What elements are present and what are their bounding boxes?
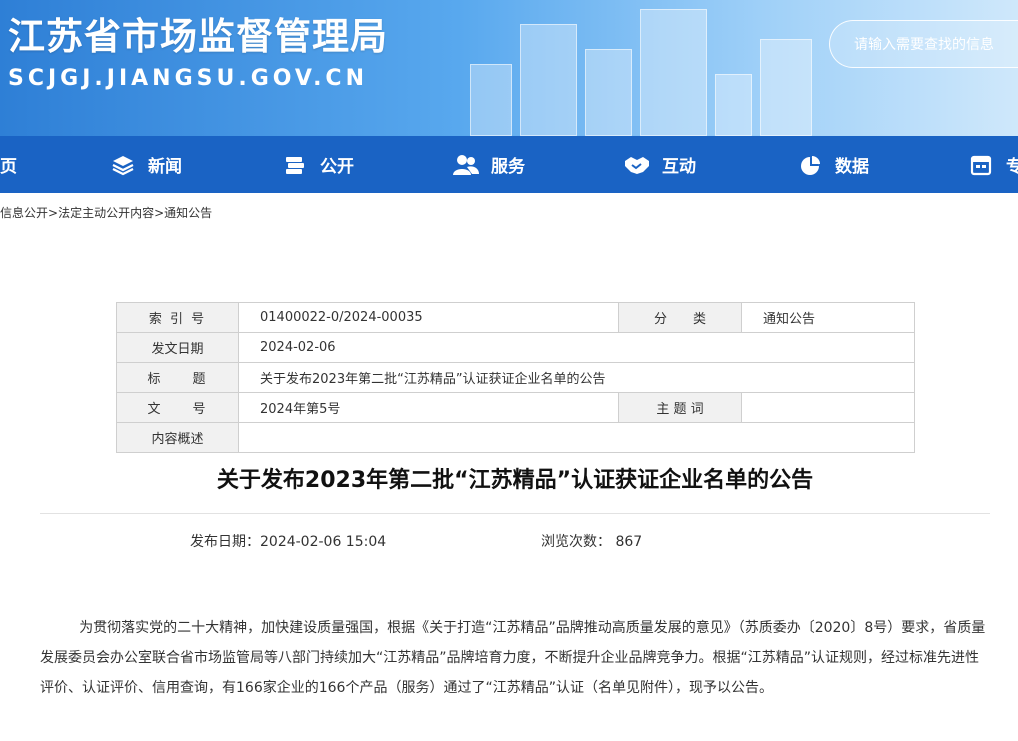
- document-meta-table: 索 引 号 01400022-0/2024-00035 分 类 通知公告 发文日…: [116, 302, 915, 453]
- publish-date-label: 发布日期：: [190, 534, 260, 550]
- keywords-label: 主 题 词: [618, 392, 742, 423]
- nav-item-interact[interactable]: 互动: [624, 136, 696, 193]
- building-decoration: [470, 64, 512, 136]
- breadcrumb-link[interactable]: 法定主动公开内容: [58, 206, 154, 220]
- keywords-value: [741, 392, 915, 423]
- view-count-value: 867: [615, 534, 643, 550]
- nav-item-label: 专: [1006, 157, 1018, 177]
- site-title: 江苏省市场监督管理局: [8, 15, 388, 58]
- nav-item-label: 页: [0, 157, 17, 177]
- view-count-label: 浏览次数：: [541, 534, 611, 550]
- docno-value: 2024年第5号: [238, 392, 619, 423]
- building-decoration: [760, 39, 812, 136]
- divider: [40, 513, 990, 514]
- nav-item-label: 公开: [320, 157, 354, 177]
- nav-item-news[interactable]: 新闻: [110, 136, 182, 193]
- site-domain: SCJGJ.JIANGSU.GOV.CN: [8, 66, 368, 91]
- stack-icon: [282, 152, 308, 178]
- nav-item-service[interactable]: 服务: [453, 136, 525, 193]
- body-paragraph: 为贯彻落实党的二十大精神，加快建设质量强国，根据《关于打造“江苏精品”品牌推动高…: [40, 620, 986, 696]
- table-row: 索 引 号 01400022-0/2024-00035 分 类 通知公告: [116, 302, 915, 333]
- breadcrumb-separator: >: [48, 206, 59, 220]
- nav-item-home[interactable]: 页: [0, 136, 17, 193]
- category-label: 分 类: [618, 302, 742, 333]
- breadcrumb: 信息公开>法定主动公开内容>通知公告: [0, 204, 212, 221]
- date-label: 发文日期: [116, 332, 239, 363]
- breadcrumb-link[interactable]: 信息公开: [0, 206, 48, 220]
- title-value: 关于发布2023年第二批“江苏精品”认证获证企业名单的公告: [238, 362, 915, 393]
- docno-label: 文 号: [116, 392, 239, 423]
- layers-icon: [110, 152, 136, 178]
- building-decoration: [520, 24, 577, 136]
- nav-item-data[interactable]: 数据: [797, 136, 869, 193]
- nav-item-label: 互动: [662, 157, 696, 177]
- people-icon: [453, 152, 479, 178]
- summary-value: [238, 422, 915, 453]
- table-row: 标 题 关于发布2023年第二批“江苏精品”认证获证企业名单的公告: [116, 362, 915, 393]
- table-row: 发文日期 2024-02-06: [116, 332, 915, 363]
- main-nav: 页 新闻 公开 服务 互动 数据 专: [0, 136, 1018, 193]
- pie-chart-icon: [797, 152, 823, 178]
- building-decoration: [715, 74, 752, 136]
- article-title: 关于发布2023年第二批“江苏精品”认证获证企业名单的公告: [216, 468, 814, 493]
- title-label: 标 题: [116, 362, 239, 393]
- category-value: 通知公告: [741, 302, 915, 333]
- building-decoration: [585, 49, 632, 136]
- publish-date: 发布日期：2024-02-06 15:04: [190, 531, 386, 551]
- calendar-icon: [968, 152, 994, 178]
- nav-item-label: 数据: [835, 157, 869, 177]
- nav-item-label: 新闻: [148, 157, 182, 177]
- nav-item-special[interactable]: 专: [968, 136, 1018, 193]
- table-row: 文 号 2024年第5号 主 题 词: [116, 392, 915, 423]
- date-value: 2024-02-06: [238, 332, 915, 363]
- article-body: 为贯彻落实党的二十大精神，加快建设质量强国，根据《关于打造“江苏精品”品牌推动高…: [40, 613, 990, 703]
- header-banner: 江苏省市场监督管理局 SCJGJ.JIANGSU.GOV.CN: [0, 0, 1018, 136]
- nav-item-public[interactable]: 公开: [282, 136, 354, 193]
- table-row: 内容概述: [116, 422, 915, 453]
- search-input[interactable]: [829, 20, 1018, 68]
- building-decoration: [640, 9, 707, 136]
- publish-date-value: 2024-02-06 15:04: [260, 534, 387, 550]
- breadcrumb-link[interactable]: 通知公告: [164, 206, 212, 220]
- nav-item-label: 服务: [491, 157, 525, 177]
- view-count: 浏览次数： 867: [541, 531, 642, 551]
- breadcrumb-separator: >: [154, 206, 165, 220]
- handshake-icon: [624, 152, 650, 178]
- index-label: 索 引 号: [116, 302, 239, 333]
- summary-label: 内容概述: [116, 422, 239, 453]
- index-value: 01400022-0/2024-00035: [238, 302, 619, 333]
